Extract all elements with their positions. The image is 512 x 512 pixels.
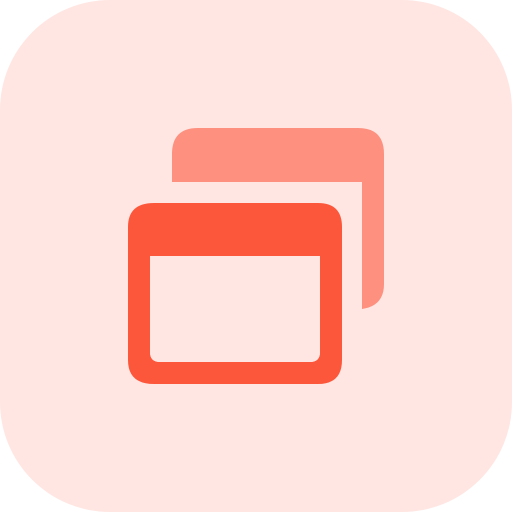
multiple-windows-icon	[0, 0, 512, 512]
app-icon-tile	[0, 0, 512, 512]
window-content-area	[150, 256, 320, 362]
